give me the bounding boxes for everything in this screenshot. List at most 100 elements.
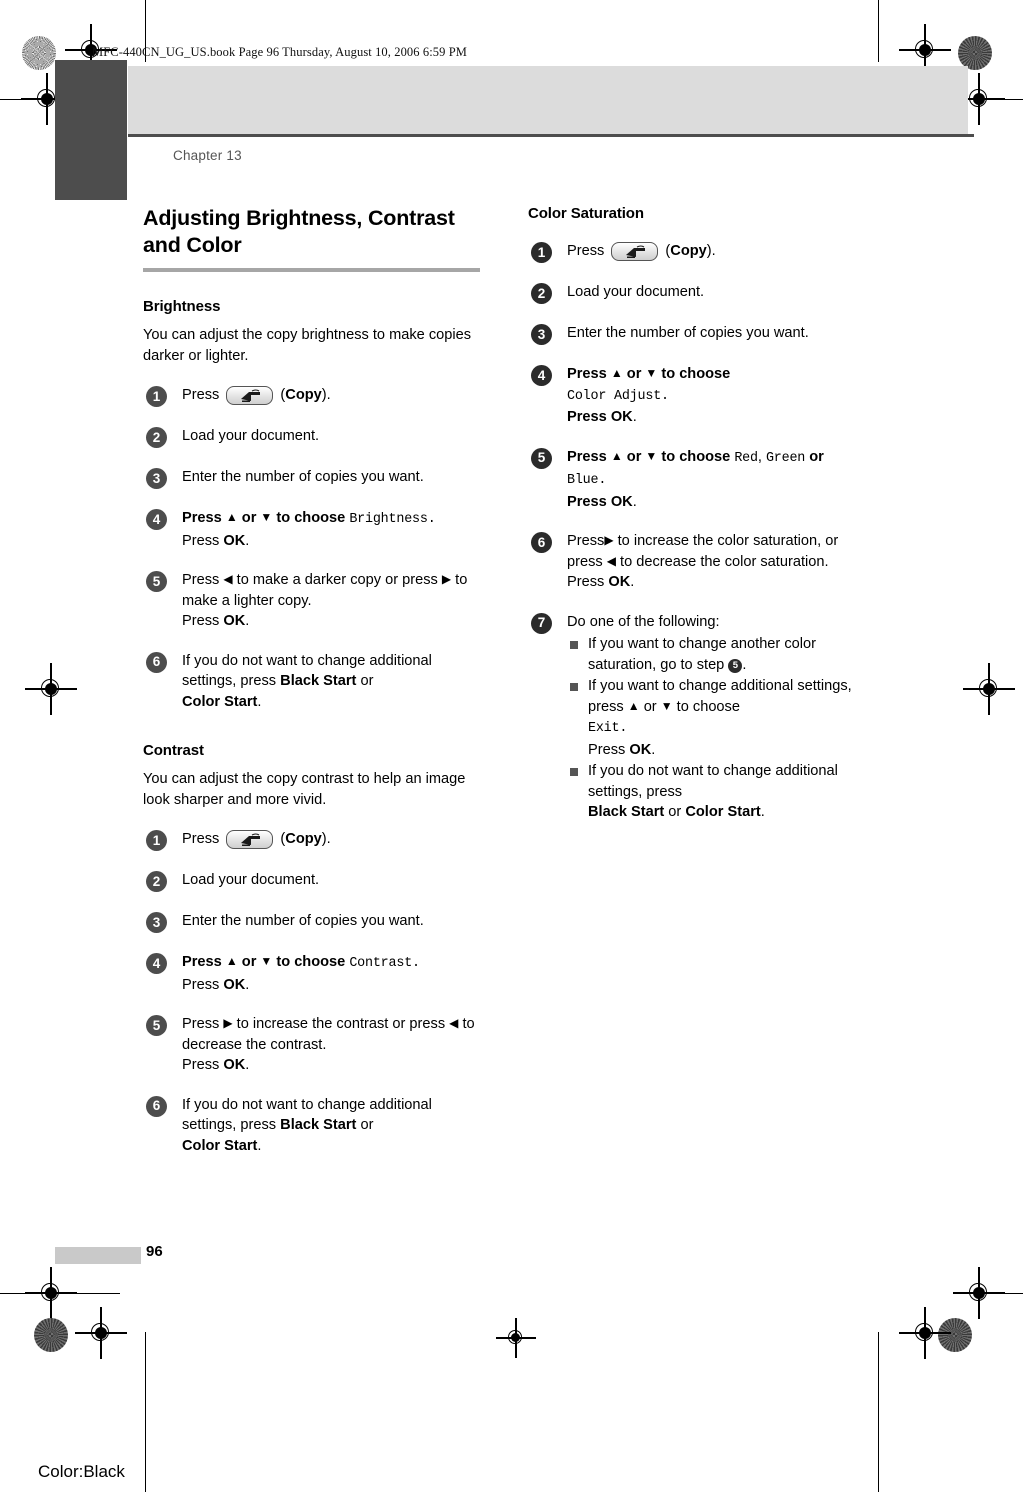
step-emphasis: Press (567, 448, 611, 465)
step-text: Press (182, 613, 224, 629)
step-body: Press▶ to increase the color saturation,… (567, 533, 838, 590)
step-emphasis: OK (223, 1057, 246, 1073)
step-emphasis: to choose (272, 510, 350, 526)
step-text: Press (588, 741, 630, 758)
lcd-text: Color Adjust. (567, 388, 669, 404)
step-emphasis: to choose (272, 954, 350, 970)
section-intro: You can adjust the copy brightness to ma… (143, 327, 472, 364)
right-column: Color Saturation 1 Press (Copy). 2 Load your… (528, 205, 873, 823)
step-text: Press (182, 532, 224, 549)
step-emphasis: Color Start (685, 804, 761, 820)
step-emphasis: OK (223, 613, 246, 629)
square-bullet-icon (570, 768, 578, 776)
copy-key-icon[interactable] (226, 830, 274, 849)
list-item: 3 Enter the number of copies you want. (143, 467, 488, 489)
step-emphasis: Color Start (182, 1137, 258, 1154)
arrow-icon: ▲ (627, 698, 640, 713)
step-text: to decrease the color saturation. (615, 553, 829, 570)
section-heading: Brightness (143, 298, 221, 315)
lcd-text: Blue. (567, 473, 607, 488)
step-body: Do one of the following: If you want to c… (567, 614, 873, 823)
step-text: . (257, 693, 262, 710)
step-text: . (760, 804, 765, 820)
rosette-mark (22, 36, 56, 70)
step-text: ( (276, 387, 286, 403)
section-intro: You can adjust the copy contrast to help… (143, 771, 466, 808)
step-body: Enter the number of copies you want. (182, 913, 424, 929)
step-text: or (664, 804, 686, 820)
arrow-icon: ▲ (225, 510, 238, 524)
list-item: 4 Press ▲ or ▼ to choose Brightness. Press… (143, 508, 488, 551)
step-body: If you do not want to change additional … (182, 653, 432, 710)
copy-key-icon[interactable] (226, 386, 274, 405)
arrow-icon: ▶ (223, 1016, 233, 1030)
rosette-mark (938, 1318, 972, 1352)
arrow-icon: ▼ (660, 698, 673, 713)
chapter-tab-block (55, 60, 127, 200)
right-sections: Color Saturation 1 Press (Copy). 2 Load your… (528, 205, 873, 823)
step-text: or (356, 673, 374, 689)
step-text: . (245, 613, 250, 629)
step-text: . (632, 409, 637, 425)
step-text: Enter the number of copies you want. (182, 913, 424, 929)
step-text: . (632, 493, 637, 510)
step-list: 1 Press (Copy). 2 Load your document. 3 Enter… (143, 829, 488, 1156)
step-body: Press ▲ or ▼ to choose Brightness. Press … (182, 510, 436, 549)
step-number-badge: 1 (146, 830, 167, 851)
step-emphasis: or (622, 366, 646, 382)
step-body: If you do not want to change additional … (182, 1097, 432, 1154)
registration-mark (963, 663, 1015, 715)
left-column: Adjusting Brightness, Contrast and Color… (143, 205, 488, 1156)
proof-page: MFC-440CN_UG_US.book Page 96 Thursday, A… (0, 0, 1023, 1493)
step-emphasis: or (237, 510, 261, 526)
lcd-text: Red (734, 450, 758, 466)
step-emphasis: or (805, 448, 824, 465)
step-text: ). (706, 243, 716, 259)
copy-key-icon[interactable] (611, 242, 659, 261)
proof-slug: MFC-440CN_UG_US.book Page 96 Thursday, A… (92, 45, 467, 59)
step-emphasis: Press (567, 366, 611, 382)
step-number-badge: 2 (146, 427, 167, 448)
running-head: Chapter 13 (173, 148, 242, 163)
arrow-icon: ◀ (223, 572, 233, 586)
step-number-badge: 2 (531, 283, 552, 304)
step-text: Press (567, 574, 609, 590)
step-text: If you want to change another color satu… (588, 636, 816, 673)
step-text: . (245, 1057, 250, 1073)
step-text: to choose (672, 698, 740, 715)
step-body: Press (Copy). (567, 242, 716, 261)
step-body: Press ▶ to increase the contrast or pres… (182, 1016, 475, 1073)
arrow-icon: ▲ (610, 366, 623, 380)
step-emphasis: or (237, 954, 261, 970)
step-text: Load your document. (182, 428, 320, 444)
step-text: . (245, 976, 250, 993)
step-text: Press (182, 1016, 224, 1032)
step-emphasis: Black Start (280, 673, 357, 689)
step-text: . (257, 1137, 262, 1154)
left-sections: Brightness You can adjust the copy bright… (143, 298, 488, 1156)
step-text: Press (182, 572, 224, 588)
title-rule (143, 268, 480, 272)
list-item: 4 Press ▲ or ▼ to choose Color Adjust. Pres… (528, 364, 873, 428)
step-text: If you do not want to change additional … (588, 763, 838, 800)
step-body: Press (Copy). (182, 830, 331, 849)
content-section: Brightness You can adjust the copy bright… (143, 298, 488, 712)
step-number-badge: 5 (531, 447, 552, 469)
step-number-badge: 7 (531, 612, 552, 634)
step-text: ( (661, 243, 671, 259)
list-item: 6 If you do not want to change additional… (143, 651, 488, 713)
arrow-icon: ▼ (645, 448, 658, 463)
step-emphasis: Copy (285, 831, 322, 847)
step-number-badge: 6 (531, 532, 552, 553)
registration-mark (899, 1307, 951, 1359)
step-text: Load your document. (182, 872, 320, 888)
list-item: If you want to change another color satu… (567, 634, 873, 675)
lcd-text: Green (765, 450, 806, 466)
list-item: 6 If you do not want to change additional… (143, 1095, 488, 1157)
list-item: If you want to change additional setting… (567, 676, 873, 760)
step-text: Load your document. (567, 284, 705, 300)
step-number-badge: 6 (146, 1095, 167, 1117)
step-emphasis: Press OK (567, 409, 633, 425)
step-emphasis: OK (223, 976, 246, 993)
step-reference: 5 (728, 658, 743, 673)
